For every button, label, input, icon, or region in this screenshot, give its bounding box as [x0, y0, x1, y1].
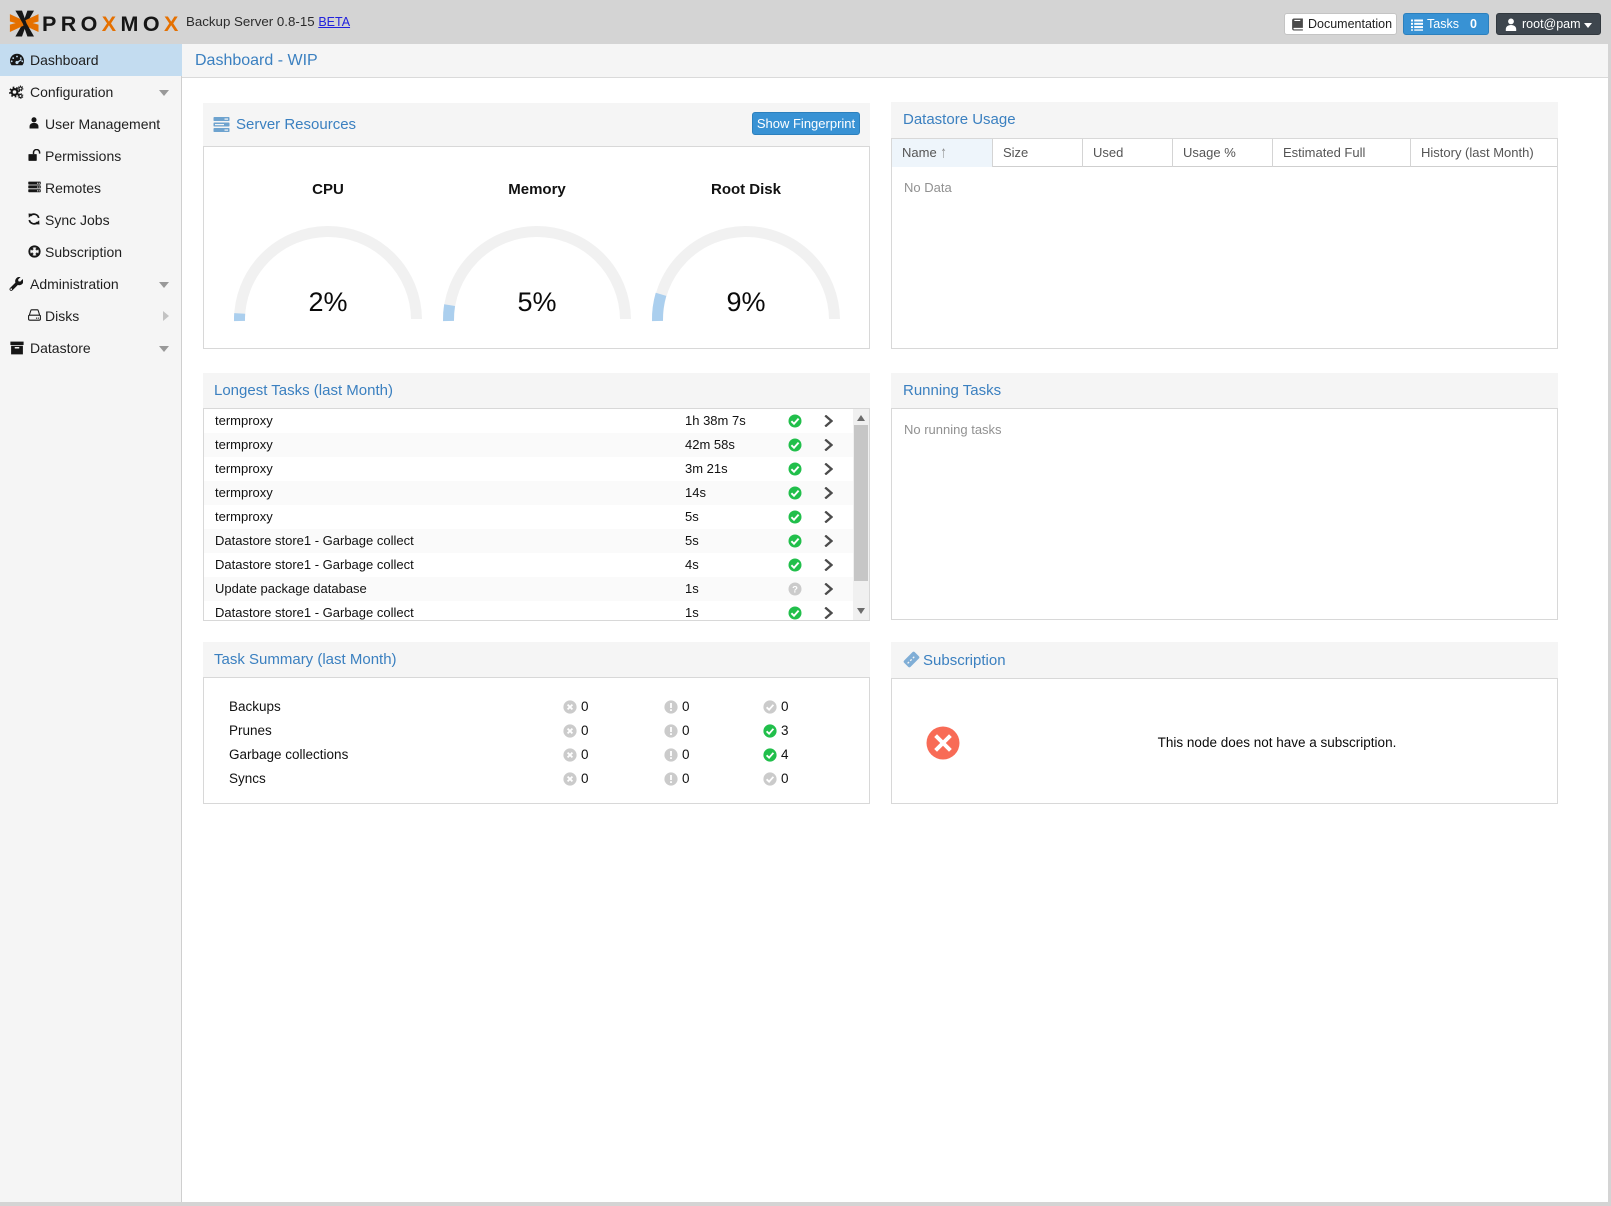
svg-text:?: ?: [792, 584, 798, 595]
